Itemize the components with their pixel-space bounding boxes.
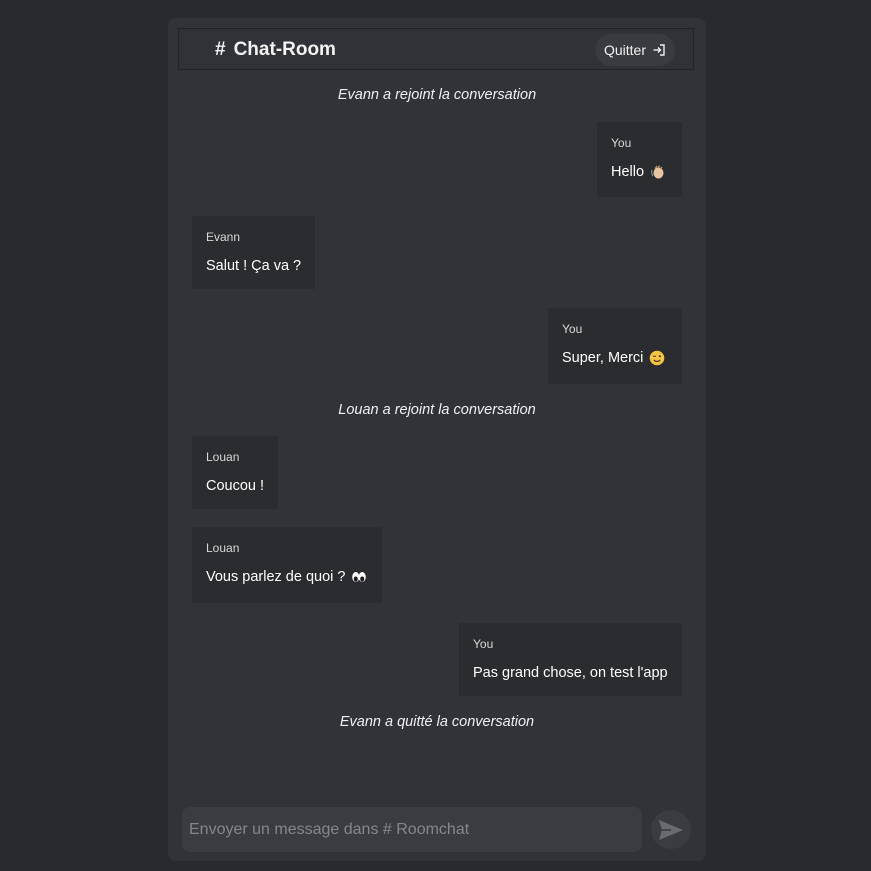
room-title: # Chat-Room <box>215 39 336 61</box>
message-text: Hello <box>611 164 668 180</box>
message-input[interactable] <box>182 807 642 852</box>
message-bubble-other: Louan Coucou ! <box>192 436 278 509</box>
message-body: Vous parlez de quoi ? <box>206 569 346 585</box>
message-bubble-other: Louan Vous parlez de quoi ? <box>192 527 382 603</box>
eyes-icon <box>352 572 367 582</box>
system-message-join: Louan a rejoint la conversation <box>338 402 536 418</box>
message-body: Salut ! Ça va ? <box>206 258 302 274</box>
message-body: Coucou ! <box>206 478 265 494</box>
message-bubble-own: You Hello <box>597 122 682 197</box>
message-author: Louan <box>206 541 240 555</box>
message-body: Pas grand chose, on test l'app <box>473 665 668 681</box>
quit-button[interactable]: Quitter <box>594 34 675 66</box>
message-author: Louan <box>206 450 240 464</box>
message-bubble-own: You Pas grand chose, on test l'app <box>459 623 682 696</box>
message-author: Evann <box>206 230 241 244</box>
message-body: Super, Merci <box>562 350 644 366</box>
message-text: Salut ! Ça va ? <box>206 258 301 274</box>
send-button[interactable] <box>651 810 691 849</box>
hash-symbol: # <box>215 39 226 60</box>
message-bubble-other: Evann Salut ! Ça va ? <box>192 216 315 289</box>
message-author: You <box>473 637 494 651</box>
sign-out-icon <box>653 44 665 56</box>
message-author: You <box>562 322 583 336</box>
message-bubble-own: You Super, Merci <box>548 308 682 384</box>
system-message-leave: Evann a quitté la conversation <box>339 714 535 730</box>
room-name: Chat-Room <box>233 39 336 60</box>
message-author: You <box>611 136 632 150</box>
message-body: Hello <box>611 164 645 180</box>
message-text: Super, Merci <box>562 350 668 366</box>
chat-header: # Chat-Room Quitter <box>178 28 694 70</box>
message-text: Coucou ! <box>206 478 264 494</box>
send-icon <box>659 819 683 840</box>
quit-label: Quitter <box>603 42 646 58</box>
system-message-join: Evann a rejoint la conversation <box>337 87 537 103</box>
chat-window: # Chat-Room Quitter Evann a rejoint la c… <box>168 18 706 861</box>
waving-hand-icon <box>651 165 664 179</box>
message-text: Vous parlez de quoi ? <box>206 569 368 585</box>
message-text: Pas grand chose, on test l'app <box>473 665 668 681</box>
winking-face-icon <box>650 350 665 366</box>
